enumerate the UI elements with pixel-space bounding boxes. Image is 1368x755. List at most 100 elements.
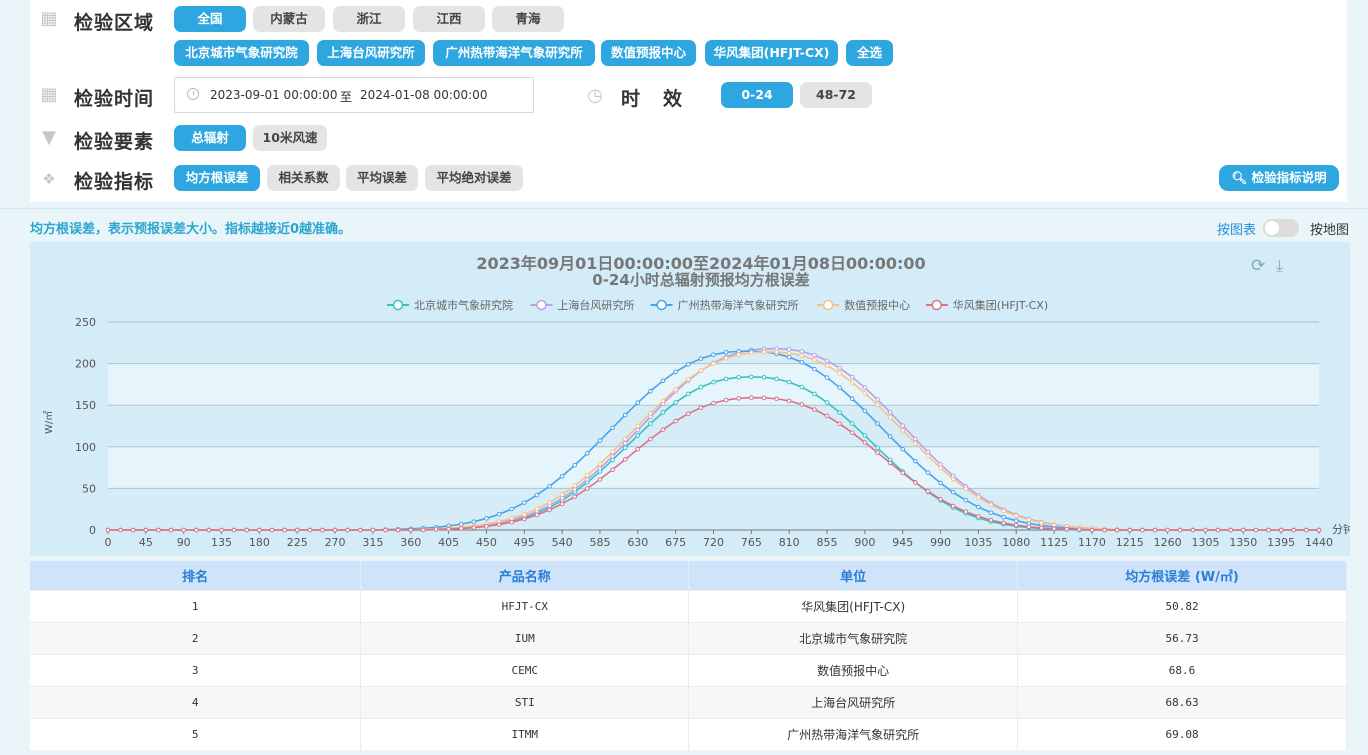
x-tick-label: 675 [665,536,686,549]
x-tick-label: 630 [627,536,648,549]
data-point [698,405,704,410]
data-point [685,362,691,367]
data-point [1228,527,1233,533]
rmse-cell: 68.6 [1017,653,1347,686]
data-point [786,354,792,360]
data-point [786,347,792,352]
data-point [723,397,729,403]
data-point [1026,517,1032,522]
date-start[interactable]: 2023-09-01 00:00:00 [210,88,337,102]
data-point [875,450,880,455]
validity-label: 时 效 [621,88,685,110]
metric-option-corr[interactable]: 相关系数 [267,165,340,191]
date-range-picker[interactable]: 2023-09-01 00:00:00 至 2024-01-08 00:00:0… [174,77,534,113]
toggle-chart-label[interactable]: 按图表 [1217,219,1256,238]
unit-option-ium[interactable]: 北京城市气象研究院 [174,40,309,66]
element-option-radiation[interactable]: 总辐射 [174,125,246,151]
data-point [1291,527,1297,533]
ranking-table: 排名 产品名称 单位 均方根误差 (W/㎡) 1 HFJT-CX 华风集团(HFJT… [30,561,1347,750]
data-point [547,500,552,505]
data-point [534,492,540,498]
data-point [1001,520,1006,526]
data-point [673,418,678,424]
data-point [622,412,628,418]
data-point [622,457,628,462]
unit-option-select-all[interactable]: 全选 [846,40,893,66]
validity-option-48-72[interactable]: 48-72 [800,82,872,108]
data-point [799,384,805,390]
data-point [597,466,603,471]
refresh-icon: ⟳ [1251,256,1265,276]
data-point [648,436,653,442]
data-point [736,396,742,401]
data-point [622,441,628,446]
x-tick-label: 495 [514,536,535,549]
metric-option-mae[interactable]: 平均绝对误差 [425,165,523,191]
metric-option-rmse[interactable]: 均方根误差 [174,165,260,191]
x-tick-label: 405 [438,536,459,549]
toggle-map-label[interactable]: 按地图 [1310,219,1349,238]
data-point [572,487,578,492]
data-point [1190,527,1196,533]
data-point [774,349,779,355]
metric-help-button[interactable]: 🔍︎ 检验指标说明 [1219,165,1339,191]
product-cell: CEMC [360,653,690,686]
data-point [357,527,363,533]
data-point [887,415,893,420]
x-tick-label: 990 [930,536,951,549]
date-end[interactable]: 2024-01-08 00:00:00 [360,88,487,102]
data-point [509,506,514,512]
divider [0,208,1368,209]
legend-marker [931,299,943,311]
data-point [685,411,691,416]
data-point [610,457,615,463]
data-point [660,378,666,384]
data-point [635,400,641,405]
x-tick-label: 1080 [1002,536,1030,549]
region-option-qinghai[interactable]: 青海 [492,6,564,32]
data-point [156,527,161,533]
table-row: 1 HFJT-CX 华风集团(HFJT-CX) 50.82 [30,589,1347,622]
unit-option-sti[interactable]: 上海台风研究所 [317,40,425,66]
x-tick-label: 765 [741,536,762,549]
x-tick-label: 1305 [1191,536,1219,549]
data-point [824,400,830,405]
data-point [938,480,943,486]
data-point [509,519,514,525]
x-axis-title: 分钟 [1332,522,1350,536]
data-point [1241,527,1246,533]
chart-subtitle: 0-24小时总辐射预报均方根误差 [592,271,810,289]
validity-option-0-24[interactable]: 0-24 [721,82,793,108]
table-row: 3 CEMC 数值预报中心 68.6 [30,653,1347,686]
filter-panel: ▦ 检验区域 全国 内蒙古 浙江 江西 青海 北京城市气象研究院 上海台风研究所… [30,0,1347,202]
data-point [597,477,603,482]
unit-cell: 广州热带海洋气象研究所 [688,717,1019,750]
data-point [976,514,981,519]
data-point [1026,524,1032,530]
x-tick-label: 720 [703,536,724,549]
data-point [913,480,918,485]
view-toggle-switch[interactable] [1263,219,1299,237]
x-tick-label: 180 [249,536,270,549]
data-point [143,527,149,533]
data-point [1102,527,1107,533]
unit-option-hfjt[interactable]: 华风集团(HFJT-CX) [705,40,838,66]
region-option-jiangxi[interactable]: 江西 [413,6,485,32]
data-point [711,379,716,385]
unit-cell: 数值预报中心 [688,653,1019,686]
data-point [875,445,880,451]
element-option-wind[interactable]: 10米风速 [253,125,327,151]
y-tick-label: 250 [75,316,96,329]
unit-option-itmm[interactable]: 广州热带海洋气象研究所 [433,40,595,66]
data-point [585,450,590,456]
region-option-neimenggu[interactable]: 内蒙古 [253,6,325,32]
region-option-zhejiang[interactable]: 浙江 [333,6,405,32]
x-tick-label: 810 [779,536,800,549]
data-point [698,368,704,373]
y-tick-label: 50 [82,482,96,495]
metric-option-me[interactable]: 平均误差 [346,165,418,191]
rmse-line-chart: 0 50 100 150 200 250 0 45 90 135 180 225 270 315 360 40… [43,254,1354,549]
region-option-national[interactable]: 全国 [174,6,246,32]
data-point [181,527,186,533]
unit-option-cemc[interactable]: 数值预报中心 [601,40,696,66]
